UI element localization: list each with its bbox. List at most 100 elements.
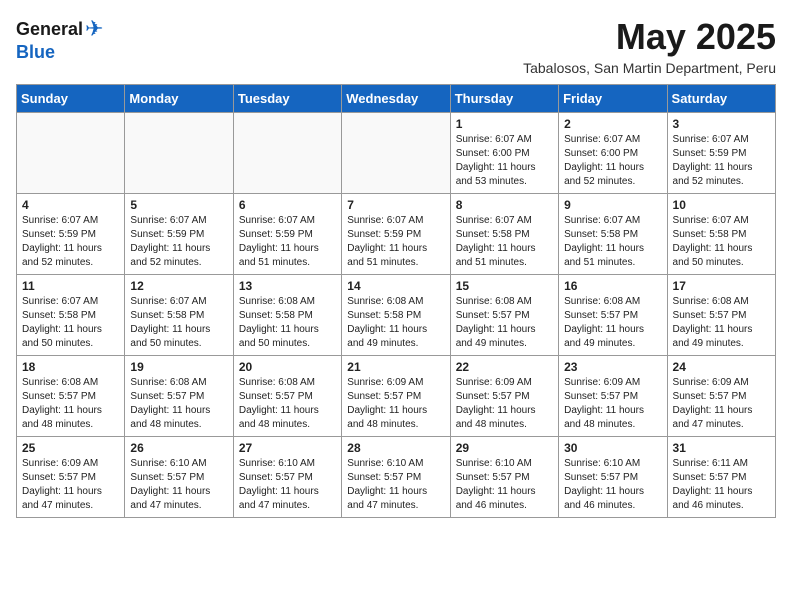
- day-info: Sunrise: 6:07 AM Sunset: 6:00 PM Dayligh…: [456, 133, 553, 189]
- day-cell: 7 Sunrise: 6:07 AM Sunset: 5:59 PM Daylig…: [342, 194, 450, 275]
- day-cell: 16 Sunrise: 6:08 AM Sunset: 5:57 PM Dayli…: [559, 275, 667, 356]
- day-cell: 23 Sunrise: 6:09 AM Sunset: 5:57 PM Dayli…: [559, 356, 667, 437]
- day-info: Sunrise: 6:08 AM Sunset: 5:57 PM Dayligh…: [673, 295, 770, 351]
- day-info: Sunrise: 6:09 AM Sunset: 5:57 PM Dayligh…: [22, 457, 119, 513]
- day-number: 9: [564, 198, 661, 212]
- week-row-4: 18Sunrise: 6:08 AM Sunset: 5:57 PM Dayli…: [17, 356, 776, 437]
- logo: General ✈ Blue: [16, 16, 103, 63]
- weekday-header-thursday: Thursday: [450, 85, 558, 113]
- weekday-header-wednesday: Wednesday: [342, 85, 450, 113]
- day-number: 3: [673, 117, 770, 131]
- day-info: Sunrise: 6:09 AM Sunset: 5:57 PM Dayligh…: [673, 376, 770, 432]
- day-number: 20: [239, 360, 336, 374]
- week-row-5: 25 Sunrise: 6:09 AM Sunset: 5:57 PM Dayli…: [17, 437, 776, 518]
- day-number: 26: [130, 441, 227, 455]
- day-info: Sunrise: 6:10 AM Sunset: 5:57 PM Dayligh…: [564, 457, 661, 513]
- weekday-header-monday: Monday: [125, 85, 233, 113]
- day-cell: [342, 113, 450, 194]
- day-number: 23: [564, 360, 661, 374]
- logo-bird-icon: ✈: [85, 16, 103, 42]
- day-number: 24: [673, 360, 770, 374]
- day-info: Sunrise: 6:07 AM Sunset: 5:59 PM Dayligh…: [22, 214, 119, 270]
- title-block: May 2025 Tabalosos, San Martin Departmen…: [523, 16, 776, 76]
- day-cell: 30 Sunrise: 6:10 AM Sunset: 5:57 PM Dayli…: [559, 437, 667, 518]
- day-number: 10: [673, 198, 770, 212]
- day-info: Sunrise: 6:08 AM Sunset: 5:57 PM Dayligh…: [456, 295, 553, 351]
- day-cell: 18Sunrise: 6:08 AM Sunset: 5:57 PM Dayli…: [17, 356, 125, 437]
- day-info: Sunrise: 6:08 AM Sunset: 5:57 PM Dayligh…: [564, 295, 661, 351]
- day-info: Sunrise: 6:09 AM Sunset: 5:57 PM Dayligh…: [456, 376, 553, 432]
- day-number: 14: [347, 279, 444, 293]
- day-cell: 29 Sunrise: 6:10 AM Sunset: 5:57 PM Dayli…: [450, 437, 558, 518]
- day-cell: [125, 113, 233, 194]
- day-cell: [17, 113, 125, 194]
- day-number: 17: [673, 279, 770, 293]
- day-cell: 22 Sunrise: 6:09 AM Sunset: 5:57 PM Dayli…: [450, 356, 558, 437]
- day-number: 12: [130, 279, 227, 293]
- day-info: Sunrise: 6:08 AM Sunset: 5:57 PM Dayligh…: [22, 376, 119, 432]
- day-cell: 3 Sunrise: 6:07 AM Sunset: 5:59 PM Daylig…: [667, 113, 775, 194]
- day-cell: 12 Sunrise: 6:07 AM Sunset: 5:58 PM Dayli…: [125, 275, 233, 356]
- week-row-3: 11 Sunrise: 6:07 AM Sunset: 5:58 PM Dayli…: [17, 275, 776, 356]
- day-cell: 14 Sunrise: 6:08 AM Sunset: 5:58 PM Dayli…: [342, 275, 450, 356]
- day-number: 25: [22, 441, 119, 455]
- day-info: Sunrise: 6:09 AM Sunset: 5:57 PM Dayligh…: [347, 376, 444, 432]
- day-info: Sunrise: 6:09 AM Sunset: 5:57 PM Dayligh…: [564, 376, 661, 432]
- week-row-1: 1 Sunrise: 6:07 AM Sunset: 6:00 PM Daylig…: [17, 113, 776, 194]
- day-cell: 31Sunrise: 6:11 AM Sunset: 5:57 PM Dayli…: [667, 437, 775, 518]
- location-subtitle: Tabalosos, San Martin Department, Peru: [523, 60, 776, 76]
- page-header: General ✈ Blue May 2025 Tabalosos, San M…: [16, 16, 776, 76]
- day-cell: 20 Sunrise: 6:08 AM Sunset: 5:57 PM Dayli…: [233, 356, 341, 437]
- day-info: Sunrise: 6:08 AM Sunset: 5:57 PM Dayligh…: [130, 376, 227, 432]
- weekday-header-friday: Friday: [559, 85, 667, 113]
- day-cell: 26 Sunrise: 6:10 AM Sunset: 5:57 PM Dayli…: [125, 437, 233, 518]
- day-number: 30: [564, 441, 661, 455]
- day-cell: 11 Sunrise: 6:07 AM Sunset: 5:58 PM Dayli…: [17, 275, 125, 356]
- day-number: 29: [456, 441, 553, 455]
- day-info: Sunrise: 6:07 AM Sunset: 5:58 PM Dayligh…: [22, 295, 119, 351]
- logo-blue: Blue: [16, 42, 55, 63]
- day-info: Sunrise: 6:08 AM Sunset: 5:57 PM Dayligh…: [239, 376, 336, 432]
- day-info: Sunrise: 6:10 AM Sunset: 5:57 PM Dayligh…: [130, 457, 227, 513]
- day-number: 22: [456, 360, 553, 374]
- day-number: 1: [456, 117, 553, 131]
- day-number: 15: [456, 279, 553, 293]
- month-title: May 2025: [523, 16, 776, 58]
- day-cell: 21 Sunrise: 6:09 AM Sunset: 5:57 PM Dayli…: [342, 356, 450, 437]
- day-number: 4: [22, 198, 119, 212]
- day-info: Sunrise: 6:07 AM Sunset: 5:59 PM Dayligh…: [673, 133, 770, 189]
- day-cell: 25 Sunrise: 6:09 AM Sunset: 5:57 PM Dayli…: [17, 437, 125, 518]
- day-info: Sunrise: 6:07 AM Sunset: 5:58 PM Dayligh…: [564, 214, 661, 270]
- day-info: Sunrise: 6:10 AM Sunset: 5:57 PM Dayligh…: [456, 457, 553, 513]
- day-number: 16: [564, 279, 661, 293]
- day-number: 5: [130, 198, 227, 212]
- day-cell: 8 Sunrise: 6:07 AM Sunset: 5:58 PM Daylig…: [450, 194, 558, 275]
- day-number: 6: [239, 198, 336, 212]
- day-cell: 6Sunrise: 6:07 AM Sunset: 5:59 PM Daylig…: [233, 194, 341, 275]
- day-cell: 10 Sunrise: 6:07 AM Sunset: 5:58 PM Dayli…: [667, 194, 775, 275]
- day-number: 8: [456, 198, 553, 212]
- day-info: Sunrise: 6:07 AM Sunset: 5:58 PM Dayligh…: [130, 295, 227, 351]
- day-info: Sunrise: 6:07 AM Sunset: 5:58 PM Dayligh…: [673, 214, 770, 270]
- day-cell: 5 Sunrise: 6:07 AM Sunset: 5:59 PM Daylig…: [125, 194, 233, 275]
- weekday-header-sunday: Sunday: [17, 85, 125, 113]
- day-number: 19: [130, 360, 227, 374]
- day-info: Sunrise: 6:11 AM Sunset: 5:57 PM Dayligh…: [673, 457, 770, 513]
- day-info: Sunrise: 6:07 AM Sunset: 5:59 PM Dayligh…: [130, 214, 227, 270]
- day-cell: 15 Sunrise: 6:08 AM Sunset: 5:57 PM Dayli…: [450, 275, 558, 356]
- day-number: 27: [239, 441, 336, 455]
- day-info: Sunrise: 6:07 AM Sunset: 5:59 PM Dayligh…: [347, 214, 444, 270]
- day-cell: 1 Sunrise: 6:07 AM Sunset: 6:00 PM Daylig…: [450, 113, 558, 194]
- day-cell: 4 Sunrise: 6:07 AM Sunset: 5:59 PM Daylig…: [17, 194, 125, 275]
- logo-general: General: [16, 19, 83, 40]
- day-cell: [233, 113, 341, 194]
- day-info: Sunrise: 6:07 AM Sunset: 5:58 PM Dayligh…: [456, 214, 553, 270]
- day-number: 28: [347, 441, 444, 455]
- day-info: Sunrise: 6:08 AM Sunset: 5:58 PM Dayligh…: [347, 295, 444, 351]
- day-cell: 17 Sunrise: 6:08 AM Sunset: 5:57 PM Dayli…: [667, 275, 775, 356]
- day-number: 11: [22, 279, 119, 293]
- day-number: 7: [347, 198, 444, 212]
- day-number: 21: [347, 360, 444, 374]
- day-info: Sunrise: 6:07 AM Sunset: 6:00 PM Dayligh…: [564, 133, 661, 189]
- weekday-header-row: SundayMondayTuesdayWednesdayThursdayFrid…: [17, 85, 776, 113]
